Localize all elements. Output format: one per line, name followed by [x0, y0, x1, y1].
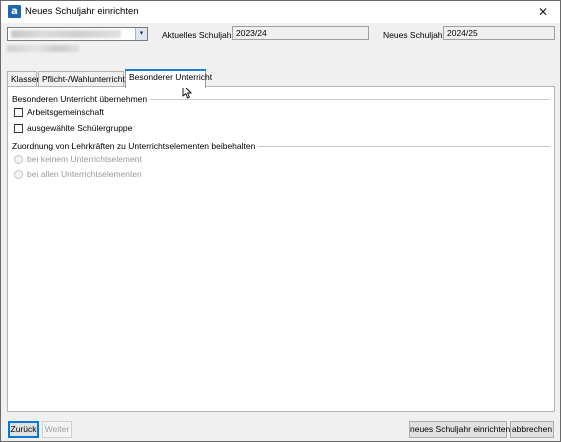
checkbox[interactable] [14, 108, 23, 117]
cancel-button[interactable]: abbrechen [510, 421, 554, 438]
school-subtitle-blurred [7, 45, 79, 52]
checkbox[interactable] [14, 124, 23, 133]
app-logo-icon: a [8, 5, 21, 18]
create-school-year-button[interactable]: neues Schuljahr einrichten [409, 421, 510, 438]
checkbox-label: ausgewählte Schülergruppe [27, 123, 133, 133]
tab-besonderer-unterricht[interactable]: Besonderer Unterricht [125, 69, 212, 88]
current-year-label: Aktuelles Schuljahr [162, 30, 235, 40]
tab-pflicht-wahlunterricht[interactable]: Pflicht-/Wahlunterricht [38, 71, 125, 87]
school-select[interactable]: ▾ [7, 27, 148, 41]
close-icon[interactable]: ✕ [530, 3, 556, 21]
radio-label: bei allen Unterrichtselementen [27, 169, 142, 179]
chevron-down-icon[interactable]: ▾ [135, 28, 147, 40]
title-bar: a Neues Schuljahr einrichten ✕ [1, 1, 560, 23]
back-button[interactable]: Zurück [8, 421, 39, 438]
checkbox-label: Arbeitsgemeinschaft [27, 107, 105, 117]
new-year-field: 2024/25 [443, 26, 555, 40]
current-year-field: 2023/24 [232, 26, 369, 40]
tab-panel: Besonderen Unterricht übernehmen Arbeits… [7, 86, 555, 412]
window-title: Neues Schuljahr einrichten [25, 6, 139, 17]
school-select-value-blurred [11, 30, 121, 38]
dialog-window: a Neues Schuljahr einrichten ✕ ▾ Aktuell… [0, 0, 561, 442]
radio-button[interactable] [14, 155, 23, 164]
radio-button[interactable] [14, 170, 23, 179]
tab-klassen[interactable]: Klassen [7, 71, 41, 87]
radio-label: bei keinem Unterrichtselement [27, 154, 142, 164]
group-title-lehrkraefte: Zuordnung von Lehrkräften zu Unterrichts… [12, 141, 259, 151]
group-title-besonderer-unterricht: Besonderen Unterricht übernehmen [12, 94, 151, 104]
new-year-label: Neues Schuljahr [383, 30, 446, 40]
next-button[interactable]: Weiter [42, 421, 72, 438]
